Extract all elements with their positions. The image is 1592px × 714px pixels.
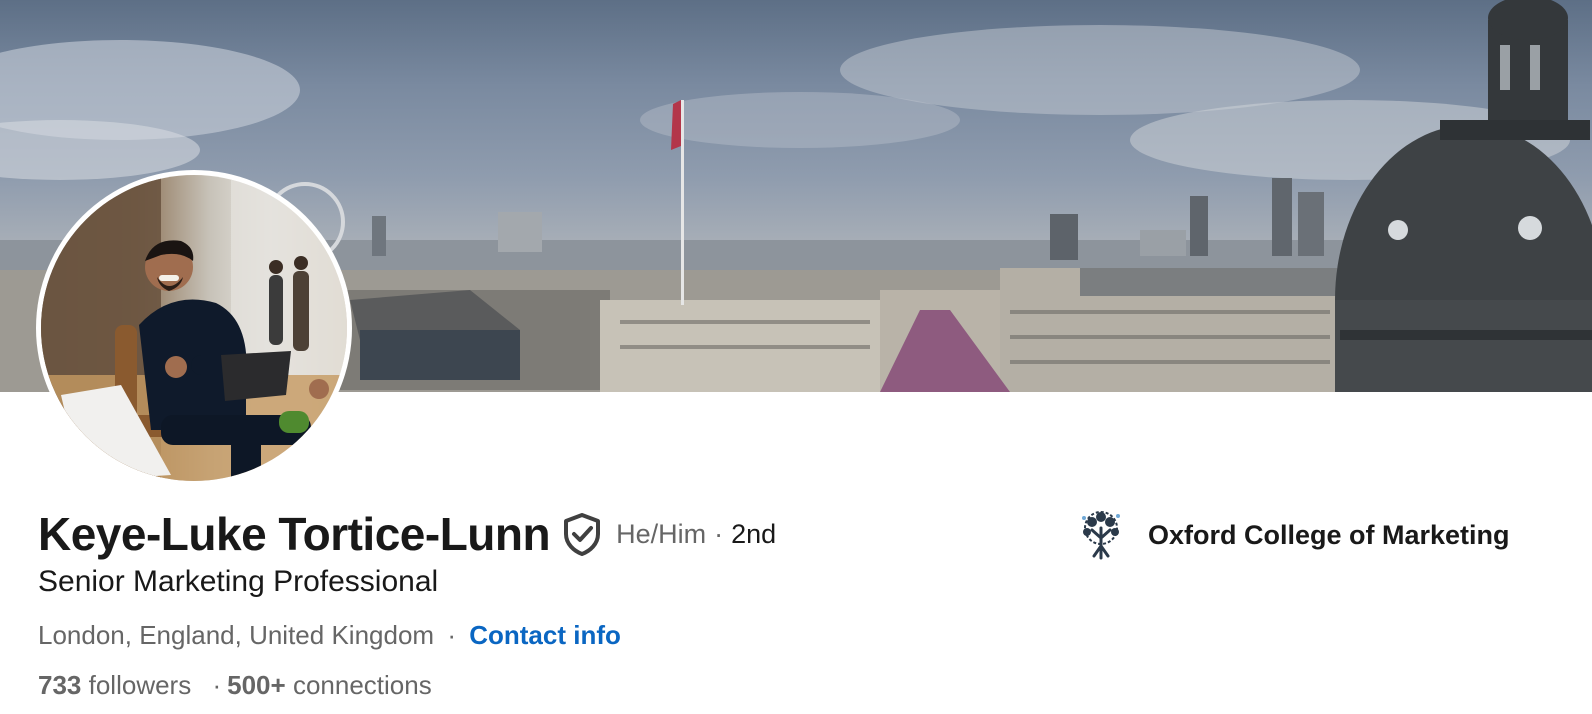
followers-label: followers bbox=[88, 670, 192, 700]
profile-location: London, England, United Kingdom bbox=[38, 620, 435, 650]
followers-count: 733 bbox=[38, 670, 82, 700]
shield-check-icon[interactable] bbox=[562, 512, 602, 556]
separator-dot: · bbox=[447, 620, 456, 650]
person-illustration bbox=[41, 175, 347, 481]
avatar-photo bbox=[41, 175, 347, 481]
separator-dot: · bbox=[212, 670, 222, 700]
separator-dot: · bbox=[714, 519, 724, 549]
organization-name: Oxford College of Marketing bbox=[1148, 520, 1510, 550]
profile-pronouns: He/Him bbox=[616, 519, 707, 549]
connection-degree: 2nd bbox=[731, 519, 777, 549]
profile-name: Keye-Luke Tortice-Lunn bbox=[38, 508, 551, 560]
profile-avatar[interactable] bbox=[36, 170, 352, 486]
location-row: London, England, United Kingdom · Contac… bbox=[38, 616, 621, 654]
tree-logo-icon bbox=[1074, 508, 1128, 562]
profile-headline: Senior Marketing Professional bbox=[38, 565, 439, 598]
followers-stat[interactable]: 733 followers bbox=[38, 670, 191, 700]
contact-info-link[interactable]: Contact info bbox=[469, 620, 621, 650]
education-organization-link[interactable]: Oxford College of Marketing bbox=[1074, 508, 1510, 562]
connections-count: 500+ bbox=[227, 670, 286, 700]
name-row: Keye-Luke Tortice-Lunn He/Him · 2nd bbox=[38, 506, 776, 562]
connections-stat[interactable]: 500+ connections bbox=[227, 670, 432, 700]
network-stats: 733 followers · 500+ connections bbox=[38, 666, 432, 704]
connections-label: connections bbox=[292, 670, 432, 700]
